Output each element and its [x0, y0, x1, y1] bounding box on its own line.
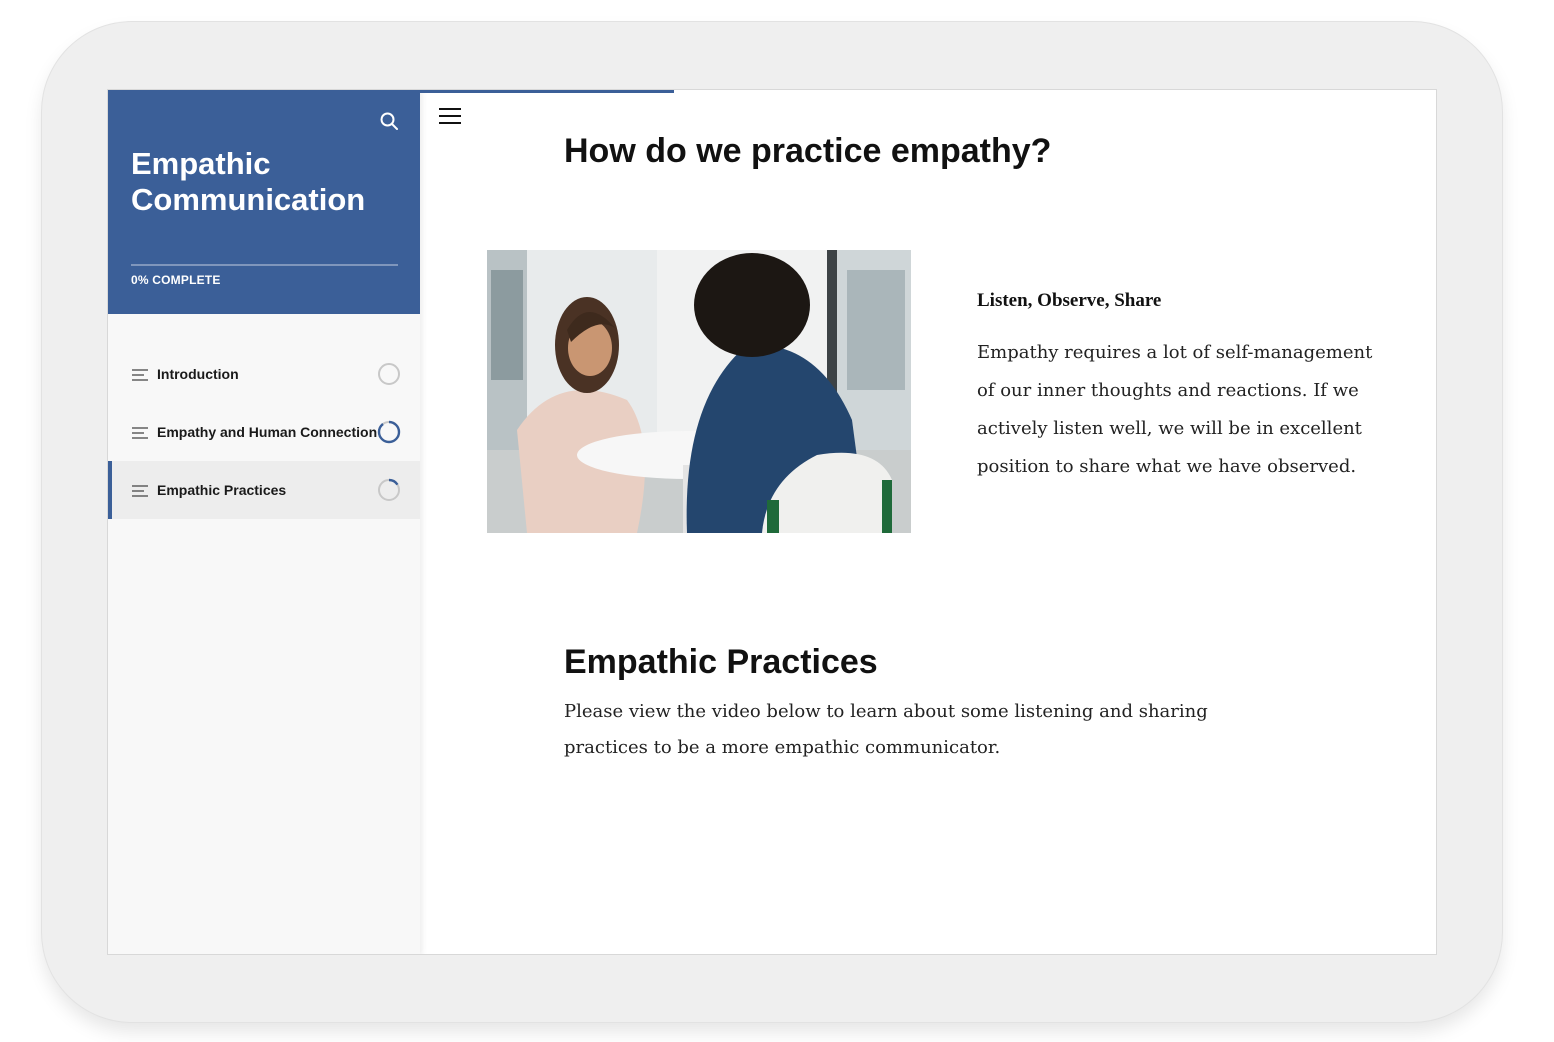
hamburger-menu-icon: [439, 108, 461, 124]
lesson-item-empathy-and-human-connection[interactable]: Empathy and Human Connection: [108, 403, 420, 461]
lesson-label: Introduction: [157, 366, 239, 382]
lesson-item-empathic-practices[interactable]: Empathic Practices: [108, 461, 420, 519]
course-title: Empathic Communication: [131, 146, 366, 217]
lesson-image: [487, 250, 911, 533]
subsection-body: Please view the video below to learn abo…: [564, 701, 1208, 758]
lesson-label: Empathy and Human Connection: [157, 424, 378, 440]
status-in-progress-icon: [377, 420, 401, 444]
section-heading: How do we practice empathy?: [564, 132, 1052, 170]
status-not-started-icon: [378, 363, 400, 385]
lines-icon: [132, 369, 148, 381]
status-in-progress-icon: [377, 478, 401, 502]
course-progress-label: 0% COMPLETE: [131, 273, 221, 287]
sidebar-header: Empathic Communication 0% COMPLETE: [108, 90, 420, 314]
course-sidebar: Empathic Communication 0% COMPLETE Intro…: [108, 90, 420, 954]
app-screen: Empathic Communication 0% COMPLETE Intro…: [107, 89, 1437, 955]
lesson-content: How do we practice empathy? Listen, Obse…: [420, 90, 1436, 954]
search-button[interactable]: [376, 108, 402, 134]
lesson-label: Empathic Practices: [157, 482, 287, 498]
lines-icon: [132, 485, 148, 497]
hamburger-menu-button[interactable]: [438, 106, 462, 126]
lines-icon: [132, 427, 148, 439]
text-block: Listen, Observe, Share Empathy requires …: [977, 290, 1377, 486]
lesson-list: Introduction Empathy and Human Connectio…: [108, 345, 420, 519]
text-block-body: Empathy requires a lot of self-managemen…: [977, 342, 1373, 477]
course-progress-bar: [131, 264, 398, 266]
subsection-heading: Empathic Practices: [564, 643, 878, 681]
text-block-title: Listen, Observe, Share: [977, 290, 1162, 311]
search-icon: [380, 112, 398, 130]
lesson-item-introduction[interactable]: Introduction: [108, 345, 420, 403]
lesson-progress-bar: [420, 90, 674, 93]
